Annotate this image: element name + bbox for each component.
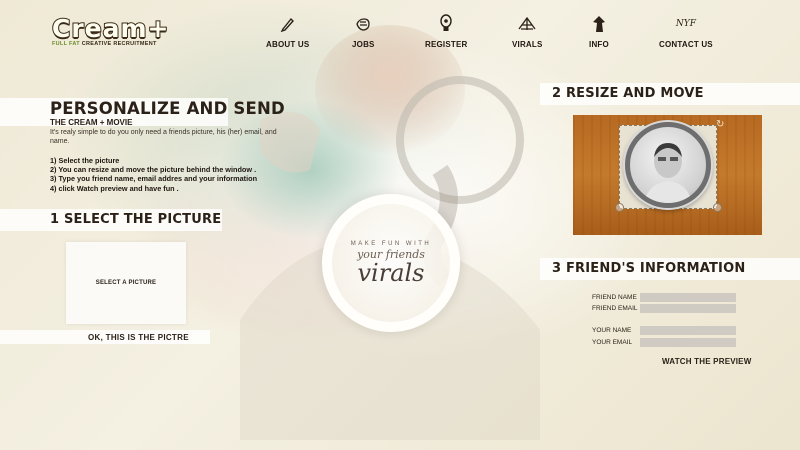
your-name-field[interactable]	[640, 326, 736, 335]
nav-label: INFO	[589, 40, 609, 49]
watch-preview-button[interactable]: WATCH THE PREVIEW	[662, 357, 751, 366]
preview-window[interactable]	[625, 122, 711, 208]
resize-handle-icon[interactable]	[713, 203, 722, 212]
nav-label: VIRALS	[512, 40, 543, 49]
logo-tagline: FULL FAT CREATIVE RECRUITMENT	[52, 41, 157, 47]
step-item: 1) Select the picture	[50, 156, 120, 165]
virals-badge[interactable]: MAKE FUN WITH your friends virals	[322, 194, 460, 332]
your-email-label: YOUR EMAIL	[592, 339, 633, 346]
nav-contact-us[interactable]: NYF CONTACT US	[659, 14, 713, 58]
nav-label: REGISTER	[425, 40, 468, 49]
brand-logo[interactable]: Cream+ FULL FAT CREATIVE RECRUITMENT	[51, 13, 170, 47]
badge-line-1: MAKE FUN WITH	[350, 241, 432, 247]
nav-virals[interactable]: VIRALS	[512, 14, 543, 58]
nav-label: CONTACT US	[659, 40, 713, 49]
section1-title: 1 SELECT THE PICTURE	[50, 212, 222, 227]
instructions-list: 1) Select the picture 2) You can resize …	[50, 156, 290, 193]
hand-icon	[353, 14, 373, 34]
friend-name-field[interactable]	[640, 293, 736, 302]
nav-label: ABOUT US	[266, 40, 310, 49]
your-email-field[interactable]	[640, 338, 736, 347]
section3-header: 3 FRIEND'S INFORMATION	[540, 258, 800, 280]
nav-info[interactable]: INFO	[589, 14, 609, 58]
step-item: 2) You can resize and move the picture b…	[50, 165, 257, 175]
step-item: 4) click Watch preview and have fun .	[50, 183, 179, 193]
select-picture-label: SELECT A PICTURE	[95, 280, 157, 286]
logo-wordmark: Cream+	[51, 13, 170, 44]
section1-header: 1 SELECT THE PICTURE	[0, 209, 222, 231]
confirm-picture-button[interactable]: OK, THIS IS THE PICTRE	[88, 333, 189, 342]
friend-email-label: FRIEND EMAIL	[592, 305, 638, 312]
friend-photo-preview	[644, 143, 692, 203]
section2-title: 2 RESIZE AND MOVE	[552, 86, 704, 101]
lightbulb-icon	[436, 14, 456, 34]
pencil-icon	[278, 14, 298, 34]
badge-line-3: virals	[357, 259, 425, 287]
friend-email-field[interactable]	[640, 304, 736, 313]
rotate-icon[interactable]: ↻	[716, 119, 724, 130]
resize-move-panel[interactable]: ↻	[573, 115, 762, 235]
virus-icon	[517, 14, 537, 34]
nav-label: JOBS	[352, 40, 375, 49]
nav-jobs[interactable]: JOBS	[352, 14, 375, 58]
section2-header: 2 RESIZE AND MOVE	[540, 83, 800, 105]
nav-about-us[interactable]: ABOUT US	[266, 14, 309, 58]
page-subtitle: THE CREAM + MOVIE	[50, 118, 133, 127]
step-item: 3) Type you friend name, email addres an…	[50, 174, 258, 184]
your-name-label: YOUR NAME	[592, 327, 632, 334]
nav-register[interactable]: REGISTER	[425, 14, 468, 58]
intro-description: It's realy simple to do you only need a …	[50, 129, 277, 145]
friend-name-label: FRIEND NAME	[592, 294, 637, 301]
section3-title: 3 FRIEND'S INFORMATION	[552, 261, 746, 276]
info-figure-icon	[589, 14, 609, 34]
nyf-icon: NYF	[675, 19, 696, 29]
resize-handle-icon[interactable]	[615, 203, 624, 212]
select-picture-button[interactable]: SELECT A PICTURE	[66, 242, 186, 324]
page-title: PERSONALIZE AND SEND	[50, 99, 285, 118]
